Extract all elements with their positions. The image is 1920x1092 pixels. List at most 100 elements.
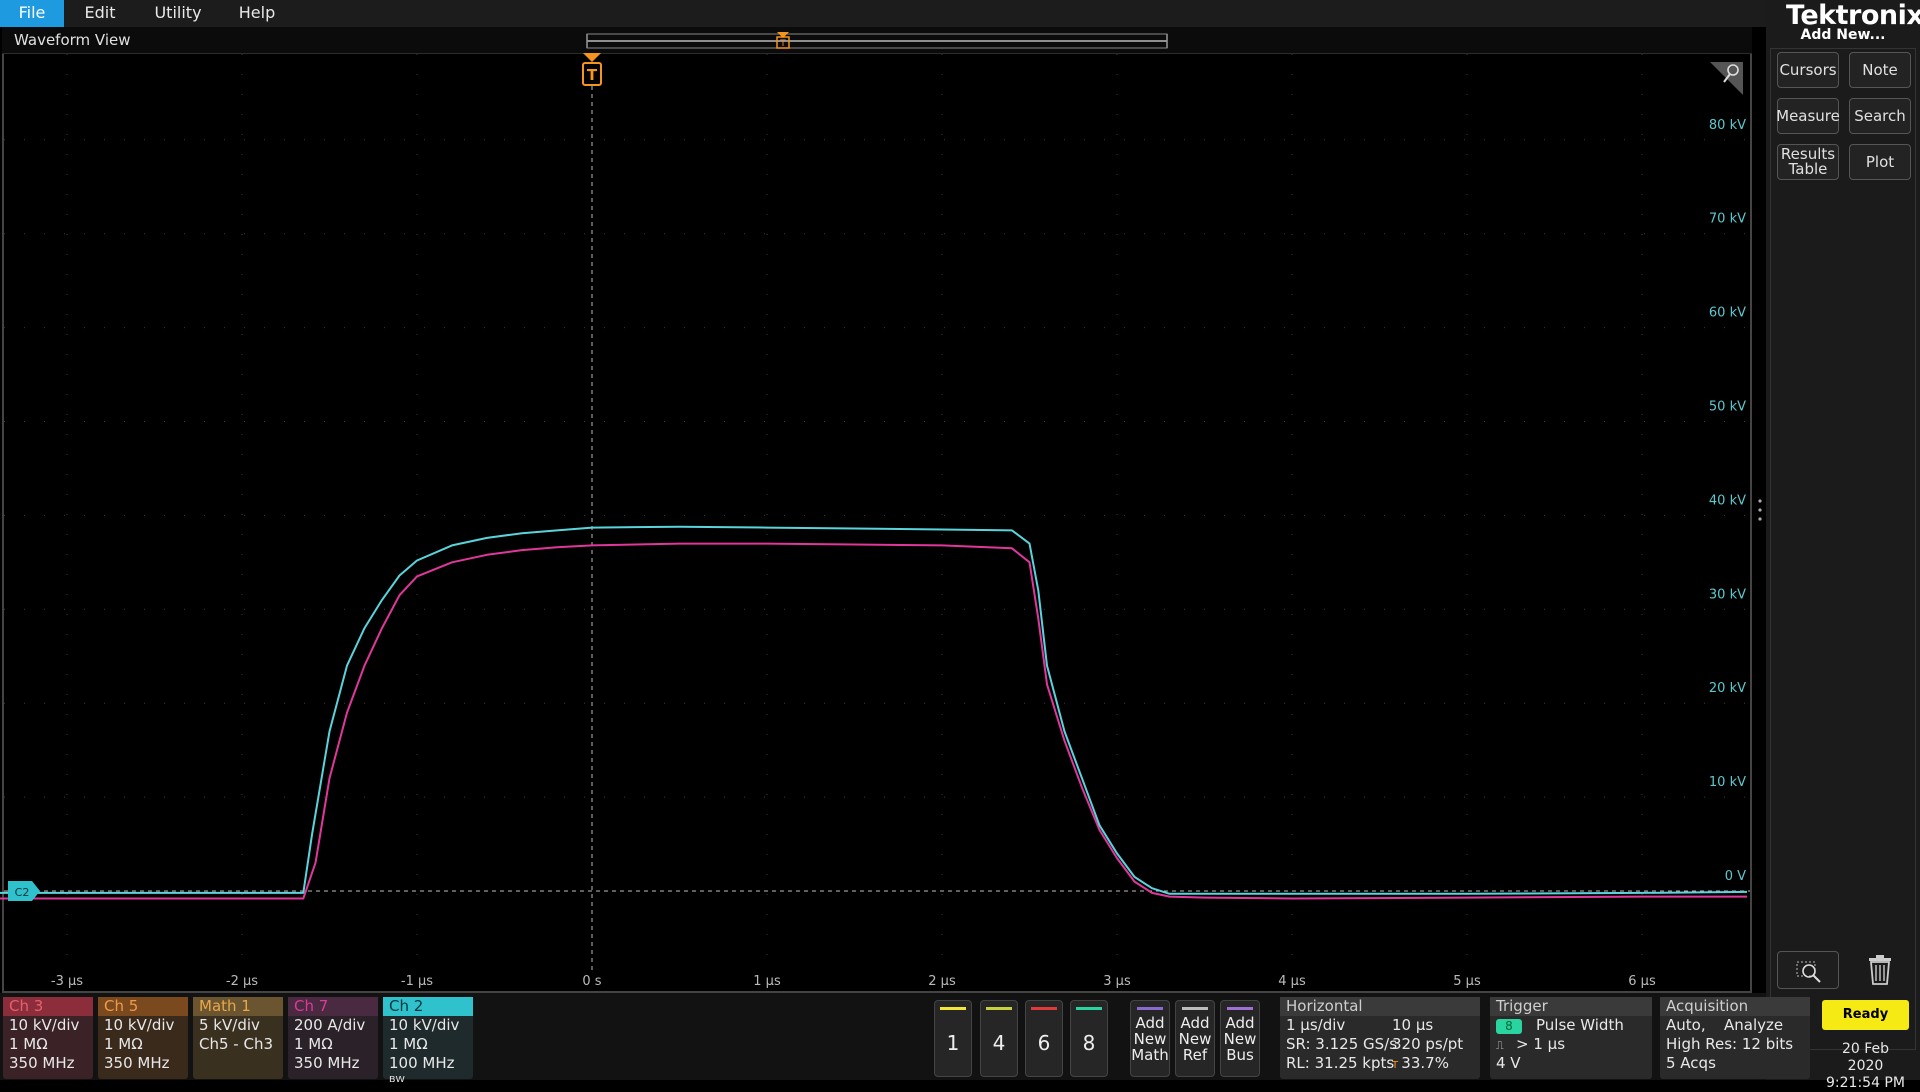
channel-badge-line: Ch5 - Ch3 — [199, 1035, 273, 1053]
acquisition-settings[interactable]: Acquisition Auto, Analyze High Res: 12 bi… — [1660, 997, 1810, 1079]
channel-badge-math-1[interactable]: Math 15 kV/div Ch5 - Ch3 — [193, 997, 283, 1079]
x-tick-label: 2 µs — [928, 974, 956, 989]
cursors-button[interactable]: Cursors — [1777, 52, 1839, 88]
add-color-bar — [1137, 1007, 1163, 1010]
zoom-tool-button[interactable] — [1777, 951, 1839, 989]
channel-badge-ch-2[interactable]: Ch 2 10 kV/div 1 MΩ 100 MHz ᴮᵂ — [383, 997, 473, 1091]
x-axis-labels: -3 µs -2 µs -1 µs 0 s 1 µs 2 µs 3 µs 4 µs 5 µs 6 … — [51, 974, 1656, 989]
channel-color-bar — [940, 1007, 966, 1010]
y-tick-label: 0 V — [1725, 869, 1746, 884]
y-axis-labels: 80 kV 70 kV 60 kV 50 kV 40 kV 30 kV 20 kV 10 kV… — [1709, 118, 1746, 884]
add-button-label: Add New Ref — [1178, 1014, 1212, 1064]
trash-icon — [1869, 955, 1891, 985]
horizontal-duration: 10 µs — [1392, 1016, 1434, 1034]
delete-button[interactable] — [1849, 951, 1911, 989]
channel-button-8[interactable]: 8 — [1070, 1000, 1108, 1077]
measure-button[interactable]: Measure — [1776, 98, 1840, 134]
channel-badge-line: 1 MΩ — [389, 1035, 428, 1053]
plot-button[interactable]: Plot — [1849, 144, 1911, 180]
channel-button-label: 6 — [1037, 1031, 1051, 1055]
record-length: RL: 31.25 kpts — [1286, 1054, 1395, 1072]
channel-button-1[interactable]: 1 — [934, 1000, 972, 1077]
channel-badge-ch-7[interactable]: Ch 7 200 A/div 1 MΩ 350 MHz — [288, 997, 378, 1079]
channel-button-6[interactable]: 6 — [1025, 1000, 1063, 1077]
channel-color-bar — [1076, 1007, 1102, 1010]
trigger-title: Trigger — [1490, 997, 1652, 1016]
channel-badge-title: Ch 3 — [3, 997, 93, 1016]
date-text: 20 Feb 2020 — [1841, 1041, 1890, 1074]
add-new-math-button[interactable]: Add New Math — [1130, 1000, 1170, 1077]
channel-badge-title: Ch 2 — [383, 997, 473, 1016]
x-tick-label: 4 µs — [1278, 974, 1306, 989]
channel-badge-line: 100 MHz ᴮᵂ — [389, 1054, 455, 1091]
zoom-icon — [1796, 961, 1821, 983]
time-per-point: 320 ps/pt — [1392, 1035, 1464, 1053]
channel-badge-title: Math 1 — [193, 997, 283, 1016]
results-table-button[interactable]: Results Table — [1777, 144, 1839, 180]
panel-grip-handle[interactable] — [1758, 498, 1762, 522]
trigger-type: Pulse Width — [1536, 1016, 1624, 1034]
channel-badge-line: 1 MΩ — [294, 1035, 333, 1053]
x-tick-label: 3 µs — [1103, 974, 1131, 989]
time-text: 9:21:54 PM — [1826, 1075, 1905, 1091]
trigger-marker-label: T — [587, 66, 598, 84]
waveform-plot[interactable]: T T 80 kV 70 kV 60 kV 50 kV 40 kV 30 kV 20 kV 1… — [0, 0, 1766, 993]
note-button[interactable]: Note — [1849, 52, 1911, 88]
trigger-level: 4 V — [1496, 1054, 1521, 1072]
ground-marker-label: C2 — [15, 886, 30, 899]
add-new-bus-button[interactable]: Add New Bus — [1220, 1000, 1260, 1077]
channel-badge-line: 1 MΩ — [104, 1035, 143, 1053]
y-tick-label: 30 kV — [1709, 587, 1746, 602]
add-button-label: Add New Math — [1131, 1014, 1169, 1064]
trigger-position-icon[interactable]: T — [582, 53, 602, 86]
graticule — [4, 54, 1750, 972]
zoom-corner-icon[interactable] — [1710, 62, 1743, 95]
add-button-label: Add New Bus — [1223, 1014, 1257, 1064]
y-tick-label: 20 kV — [1709, 681, 1746, 696]
trigger-settings[interactable]: Trigger 8 Pulse Width ⎍ > 1 µs 4 V — [1490, 997, 1652, 1079]
add-new-panel — [1770, 48, 1916, 1050]
trigger-source-badge: 8 — [1496, 1019, 1522, 1034]
channel-badge-line: 10 kV/div — [9, 1016, 80, 1034]
y-tick-label: 80 kV — [1709, 118, 1746, 133]
add-new-ref-button[interactable]: Add New Ref — [1175, 1000, 1215, 1077]
ready-status-badge[interactable]: Ready — [1822, 1000, 1909, 1030]
channel-color-bar — [1031, 1007, 1057, 1010]
channel-badge-line: 350 MHz — [294, 1054, 360, 1072]
waveform-traces — [0, 525, 1748, 900]
channel-badge-line: 350 MHz — [9, 1054, 75, 1072]
horizontal-settings[interactable]: Horizontal 1 µs/div 10 µs SR: 3.125 GS/s3… — [1280, 997, 1480, 1079]
record-overview[interactable]: T — [586, 32, 1168, 49]
x-tick-label: -2 µs — [226, 974, 258, 989]
acquisition-mode: Auto, — [1666, 1016, 1706, 1034]
trigger-condition: > 1 µs — [1516, 1035, 1566, 1053]
horizontal-scale: 1 µs/div — [1286, 1016, 1346, 1034]
channel-badge-line: 1 MΩ — [9, 1035, 48, 1053]
y-tick-label: 40 kV — [1709, 493, 1746, 508]
channel-button-label: 8 — [1082, 1031, 1096, 1055]
add-color-bar — [1227, 1007, 1253, 1010]
x-tick-label: 1 µs — [753, 974, 781, 989]
channel-badge-line: 200 A/div — [294, 1016, 366, 1034]
add-color-bar — [1182, 1007, 1208, 1010]
channel-button-4[interactable]: 4 — [980, 1000, 1018, 1077]
channel-badge-line — [193, 1054, 283, 1073]
trigger-position-icon: T — [1392, 1060, 1402, 1071]
y-tick-label: 10 kV — [1709, 775, 1746, 790]
channel-badge-ch-5[interactable]: Ch 5 10 kV/div 1 MΩ 350 MHz — [98, 997, 188, 1079]
y-tick-label: 60 kV — [1709, 306, 1746, 321]
horizontal-title: Horizontal — [1280, 997, 1480, 1016]
trace-ch-2 — [0, 525, 1748, 895]
x-tick-label: 6 µs — [1628, 974, 1656, 989]
x-tick-label: 0 s — [582, 974, 601, 989]
channel-badge-ch-3[interactable]: Ch 3 10 kV/div 1 MΩ 350 MHz — [3, 997, 93, 1079]
y-tick-label: 50 kV — [1709, 400, 1746, 415]
search-button[interactable]: Search — [1849, 98, 1911, 134]
channel-badge-title: Ch 5 — [98, 997, 188, 1016]
trace-ch-7 — [0, 542, 1747, 900]
acquisition-count: 5 Acqs — [1666, 1054, 1716, 1072]
add-new-title: Add New... — [1800, 27, 1886, 43]
channel-button-label: 4 — [992, 1031, 1006, 1055]
date-time: 20 Feb 2020 9:21:54 PM — [1822, 1041, 1909, 1092]
x-tick-label: -3 µs — [51, 974, 83, 989]
